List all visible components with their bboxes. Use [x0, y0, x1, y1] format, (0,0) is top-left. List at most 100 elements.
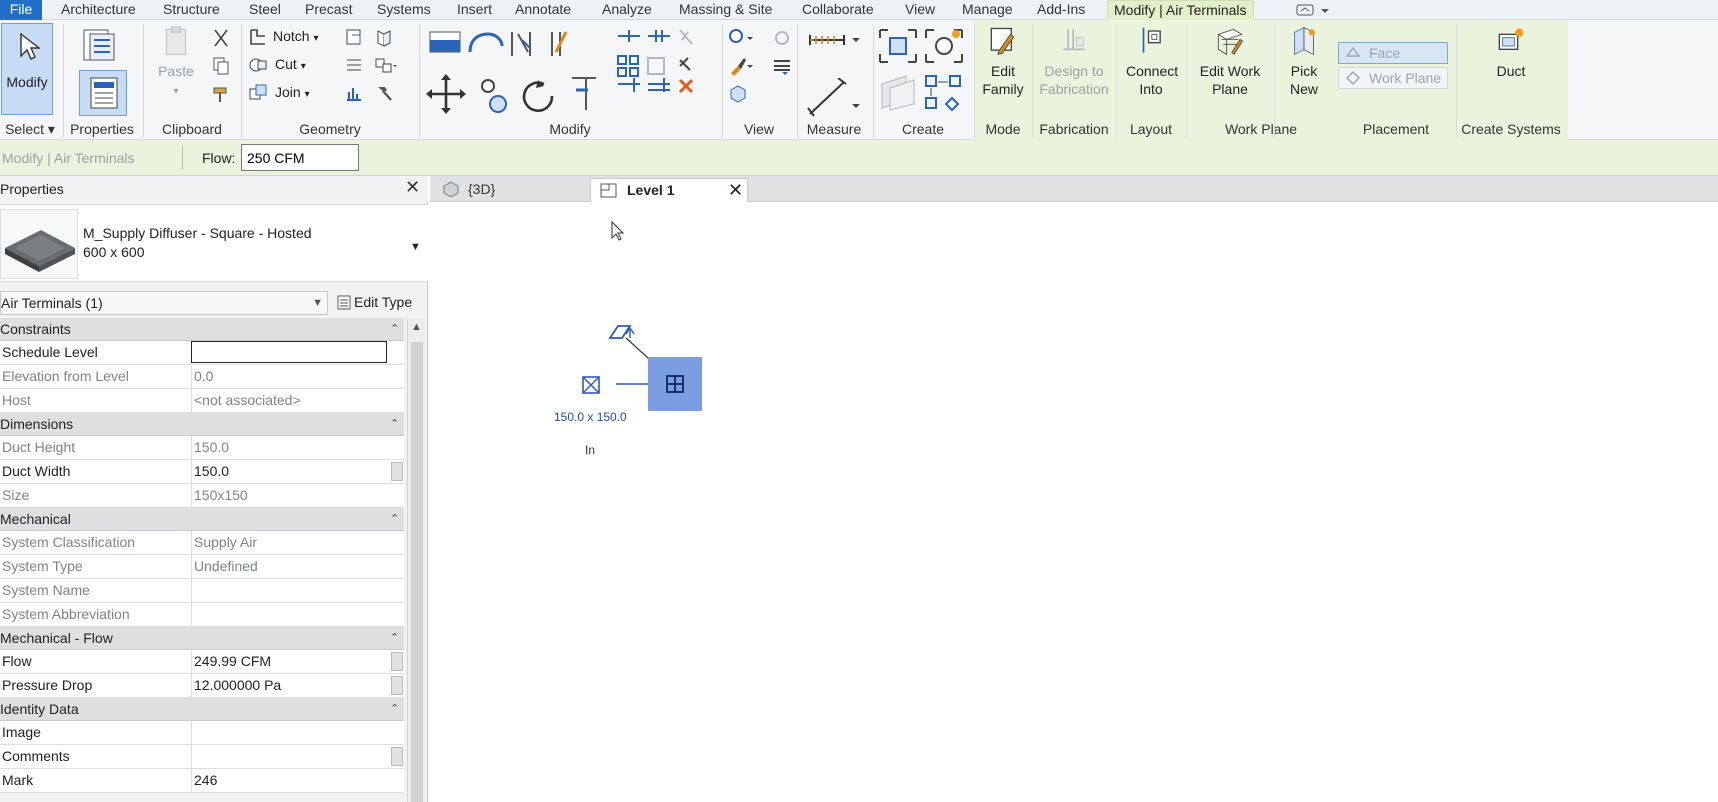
collapse-chevron-icon[interactable]: ⌃ [390, 413, 399, 435]
edit-work-plane-button[interactable]: Edit Work Plane [1190, 26, 1270, 98]
tab-manage[interactable]: Manage [956, 0, 1019, 20]
trim-extend-icon[interactable] [572, 77, 596, 110]
create-duct-system-button[interactable]: Duct [1480, 26, 1542, 80]
property-group-header[interactable]: Mechanical ⌃ [0, 508, 404, 531]
tab-architecture[interactable]: Architecture [55, 0, 142, 20]
collapse-chevron-icon[interactable]: ⌃ [390, 698, 399, 720]
mirror-pick-axis-icon[interactable] [511, 32, 531, 56]
scale-icon[interactable] [647, 57, 665, 75]
type-properties-button[interactable] [75, 26, 125, 66]
associate-parameter-button[interactable] [391, 747, 403, 766]
tab-precast[interactable]: Precast [299, 0, 358, 20]
cut-geometry-button[interactable]: Cut ▾ [275, 53, 306, 75]
join-button[interactable]: Join ▾ [275, 81, 310, 103]
collapse-chevron-icon[interactable]: ⌃ [390, 508, 399, 530]
tab-structure[interactable]: Structure [157, 0, 226, 20]
modify-button[interactable]: Modify [1, 23, 53, 115]
collapse-chevron-icon[interactable]: ⌃ [390, 318, 399, 340]
properties-scrollbar[interactable]: ▲ [407, 318, 425, 802]
wall-joins-icon[interactable] [374, 27, 394, 47]
tab-add-ins[interactable]: Add-Ins [1031, 0, 1091, 20]
view-tab-3d[interactable]: {3D} [434, 178, 590, 202]
associate-parameter-button[interactable] [391, 462, 403, 481]
scrollbar-thumb[interactable] [411, 342, 423, 802]
pin-icon[interactable] [679, 57, 691, 71]
edit-family-button[interactable]: Edit Family [978, 26, 1028, 98]
unpin-icon[interactable] [679, 29, 693, 45]
array-icon[interactable] [617, 55, 639, 77]
linework-icon[interactable] [772, 56, 792, 76]
close-icon[interactable]: ✕ [405, 177, 420, 198]
create-group-icon[interactable] [922, 72, 966, 112]
design-to-fabrication-button[interactable]: Design to Fabrication [1036, 26, 1112, 98]
tab-massing-site[interactable]: Massing & Site [673, 0, 778, 20]
property-group-header[interactable]: Constraints ⌃ [0, 318, 404, 341]
property-value[interactable]: 12.000000 Pa [191, 674, 387, 697]
flow-input[interactable] [241, 144, 359, 171]
match-type-brush-icon[interactable] [211, 84, 231, 104]
work-plane-placement-button[interactable]: Work Plane [1338, 67, 1448, 89]
cut-scissors-icon[interactable] [211, 28, 231, 48]
scroll-up-icon[interactable]: ▲ [411, 321, 422, 333]
view-settings-icon[interactable] [772, 28, 792, 48]
offset-icon[interactable] [468, 32, 504, 53]
edit-type-button[interactable]: Edit Type [334, 290, 426, 316]
view-tab-level-1[interactable]: Level 1 ✕ [590, 178, 748, 202]
copy-element-icon[interactable] [481, 79, 507, 113]
split-face-icon[interactable] [344, 55, 364, 75]
create-parts-icon[interactable] [924, 28, 964, 64]
measure-between-icon[interactable] [806, 30, 862, 50]
face-placement-button[interactable]: Face [1338, 42, 1448, 64]
aligned-dimension-icon[interactable] [806, 77, 862, 118]
rotate-icon[interactable] [522, 80, 554, 112]
split-with-gap-icon[interactable] [648, 30, 670, 42]
delete-icon[interactable] [678, 78, 694, 94]
tab-systems[interactable]: Systems [371, 0, 437, 20]
tab-collaborate[interactable]: Collaborate [796, 0, 880, 20]
property-value[interactable]: 150.0 [191, 460, 387, 483]
align-icon[interactable] [429, 31, 461, 53]
type-selector[interactable]: M_Supply Diffuser - Square - Hosted 600 … [0, 204, 428, 282]
properties-button[interactable] [79, 70, 127, 116]
file-tab[interactable]: File [0, 0, 42, 20]
property-group-header[interactable]: Mechanical - Flow ⌃ [0, 627, 404, 650]
copy-icon[interactable] [211, 56, 231, 76]
close-icon[interactable]: ✕ [728, 179, 743, 201]
tab-view[interactable]: View [899, 0, 941, 20]
hide-element-icon[interactable] [728, 84, 748, 104]
associate-parameter-button[interactable] [391, 652, 403, 671]
chevron-down-icon[interactable]: ▼ [410, 241, 421, 253]
trim-multiple-icon[interactable] [618, 78, 640, 92]
move-icon[interactable] [426, 74, 466, 114]
mirror-draw-axis-icon[interactable] [551, 31, 568, 56]
notch-button[interactable]: Notch ▾ [273, 25, 319, 47]
property-value[interactable] [191, 341, 387, 363]
paint-brush-icon[interactable] [728, 56, 753, 76]
property-group-header[interactable]: Dimensions ⌃ [0, 413, 404, 436]
pick-new-button[interactable]: Pick New [1278, 26, 1330, 98]
tab-annotate[interactable]: Annotate [509, 0, 577, 20]
selection-filter-dropdown[interactable]: Air Terminals (1) ▼ [0, 291, 328, 315]
connect-into-button[interactable]: Connect Into [1120, 26, 1182, 98]
create-similar-icon[interactable] [876, 72, 920, 112]
associate-parameter-button[interactable] [391, 676, 403, 695]
trim-single-icon[interactable] [648, 78, 670, 92]
collapse-chevron-icon[interactable]: ⌃ [390, 627, 399, 649]
demolish-chart-icon[interactable] [344, 83, 364, 103]
join-cut-icon[interactable] [374, 55, 397, 75]
tab-steel[interactable]: Steel [243, 0, 287, 20]
tab-insert[interactable]: Insert [451, 0, 498, 20]
paste-button[interactable]: Paste ▾ [155, 26, 197, 101]
tab-analyze[interactable]: Analyze [596, 0, 658, 20]
property-value[interactable] [191, 721, 387, 744]
hammer-icon[interactable] [374, 83, 394, 103]
property-group-header[interactable]: Identity Data ⌃ [0, 698, 404, 721]
work-plane-flip-control[interactable] [608, 325, 635, 339]
lightbulb-icon[interactable] [728, 28, 753, 48]
property-value[interactable]: 249.99 CFM [191, 650, 387, 673]
property-value[interactable]: 246 [191, 769, 387, 792]
tab-modify-air-terminals[interactable]: Modify | Air Terminals [1107, 0, 1254, 20]
quick-access-dropdown-icon[interactable] [1295, 2, 1333, 18]
property-value[interactable] [191, 745, 387, 768]
create-assembly-icon[interactable] [878, 28, 918, 64]
